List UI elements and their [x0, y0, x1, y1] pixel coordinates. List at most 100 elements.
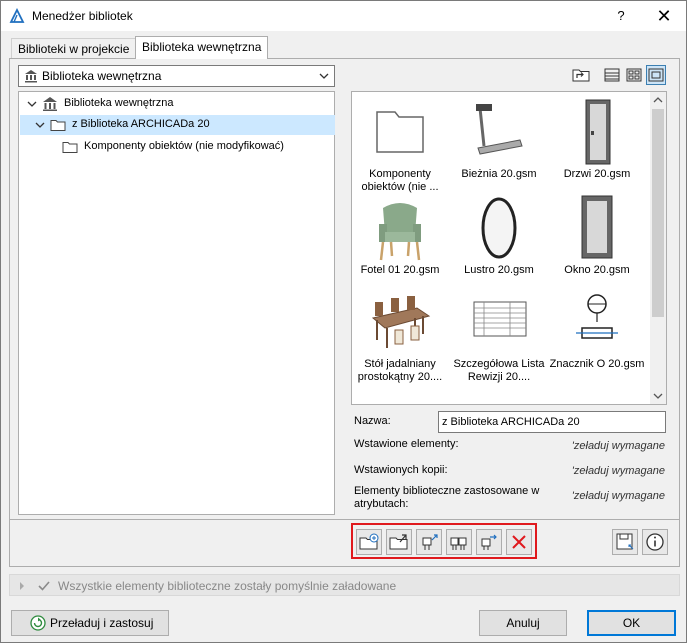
list-view-button[interactable]	[602, 65, 622, 85]
grid-item-label: Bieżnia 20.gsm	[461, 168, 537, 180]
reload-apply-button[interactable]: Przeładuj i zastosuj	[11, 610, 169, 636]
name-field[interactable]: z Biblioteka ARCHICADa 20	[438, 411, 666, 433]
treadmill-icon	[476, 104, 523, 155]
name-label: Nazwa:	[354, 415, 391, 427]
folder-up-icon	[572, 69, 590, 82]
help-button[interactable]: ?	[613, 6, 629, 26]
elements-add-icon	[450, 537, 467, 550]
grid-item-marker[interactable]: Znacznik O 20.gsm	[549, 288, 645, 380]
attribute-elements-value: 'zeładuj wymagane	[571, 490, 665, 502]
placed-copies-label: Wstawionych kopii:	[354, 464, 448, 476]
save-icon	[616, 533, 634, 550]
close-button[interactable]: ✕	[655, 6, 673, 26]
tree-item-embedded-library[interactable]: Biblioteka wewnętrzna	[20, 94, 335, 114]
tree-item-archicad-library[interactable]: z Biblioteka ARCHICADa 20	[20, 115, 335, 135]
reload-icon	[30, 615, 46, 631]
scroll-down-icon[interactable]	[653, 391, 663, 401]
grid-item-label: Fotel 01 20.gsm	[360, 264, 440, 276]
grid-item-label: Znacznik O 20.gsm	[549, 358, 645, 370]
tree-item-label: Komponenty obiektów (nie modyfikować)	[84, 140, 284, 152]
divider	[9, 519, 680, 520]
scroll-up-icon[interactable]	[653, 95, 663, 105]
folder-up-button[interactable]	[571, 65, 591, 85]
info-icon	[646, 533, 664, 551]
grid-item-components-folder[interactable]: Komponenty obiektów (nie ...	[352, 98, 448, 193]
library-select-value: Biblioteka wewnętrzna	[42, 69, 162, 83]
element-actions-group	[351, 523, 537, 559]
grid-item-label: Stół jadalniany prostokątny 20....	[357, 358, 443, 383]
tab-embedded-library[interactable]: Biblioteka wewnętrzna	[135, 36, 269, 59]
library-icon	[24, 69, 38, 83]
large-grid-icon	[648, 68, 664, 82]
grid-scrollbar[interactable]	[650, 92, 666, 404]
tab-project-libraries[interactable]: Biblioteki w projekcie	[11, 38, 137, 58]
library-items-grid[interactable]: Komponenty obiektów (nie ... Bieżnia 20.…	[351, 91, 667, 405]
library-manager-window: Menedżer bibliotek ? ✕ Biblioteki w proj…	[0, 0, 687, 643]
status-text: Wszystkie elementy biblioteczne zostały …	[58, 579, 397, 593]
chevron-down-icon[interactable]	[26, 98, 38, 110]
expand-arrow-icon[interactable]	[17, 580, 27, 592]
archicad-app-icon	[9, 7, 25, 24]
armchair-icon	[379, 203, 421, 261]
grid-item-dining-table[interactable]: Stół jadalniany prostokątny 20....	[352, 288, 448, 383]
library-icon	[42, 96, 58, 112]
ok-button[interactable]: OK	[587, 610, 676, 636]
delete-button[interactable]	[506, 529, 532, 555]
element-add-icon	[422, 534, 438, 550]
info-button[interactable]	[642, 529, 668, 555]
import-folder-button[interactable]	[386, 529, 412, 555]
checkmark-icon	[38, 581, 50, 591]
large-icons-view-button[interactable]	[646, 65, 666, 85]
mirror-icon	[481, 197, 517, 259]
add-elements-button[interactable]	[446, 529, 472, 555]
attribute-elements-row: Elementy biblioteczne zastosowane w atry…	[351, 485, 667, 515]
chevron-down-icon	[318, 69, 330, 83]
name-row: Nazwa: z Biblioteka ARCHICADa 20	[351, 409, 667, 433]
tree-item-label: z Biblioteka ARCHICADa 20	[72, 118, 210, 130]
placed-elements-row: Wstawione elementy: 'zeładuj wymagane	[351, 438, 667, 454]
library-tree[interactable]: Biblioteka wewnętrzna z Biblioteka ARCHI…	[18, 91, 335, 515]
grid-item-window[interactable]: Okno 20.gsm	[549, 194, 645, 276]
new-folder-button[interactable]	[356, 529, 382, 555]
grid-item-label: Komponenty obiektów (nie ...	[361, 168, 439, 193]
door-icon	[585, 99, 611, 165]
grid-item-label: Lustro 20.gsm	[464, 264, 534, 276]
reload-apply-label: Przeładuj i zastosuj	[50, 616, 154, 630]
move-element-button[interactable]	[476, 529, 502, 555]
window-icon	[581, 195, 613, 259]
folder-import-icon	[389, 534, 408, 550]
chevron-down-icon[interactable]	[34, 119, 46, 131]
dining-table-icon	[371, 296, 431, 348]
attribute-elements-label: Elementy biblioteczne zastosowane w atry…	[354, 485, 540, 510]
window-title: Menedżer bibliotek	[32, 9, 133, 23]
element-move-icon	[481, 534, 497, 550]
grid-item-treadmill[interactable]: Bieżnia 20.gsm	[451, 98, 547, 190]
small-icons-view-button[interactable]	[624, 65, 644, 85]
grid-item-door[interactable]: Drzwi 20.gsm	[549, 98, 645, 190]
grid-item-label: Okno 20.gsm	[564, 264, 630, 276]
folder-icon	[376, 111, 424, 153]
tree-item-components[interactable]: Komponenty obiektów (nie modyfikować)	[20, 137, 335, 157]
tree-item-label: Biblioteka wewnętrzna	[64, 97, 174, 109]
cancel-button[interactable]: Anuluj	[479, 610, 567, 636]
marker-icon	[576, 294, 618, 339]
status-bar[interactable]: Wszystkie elementy biblioteczne zostały …	[9, 574, 680, 596]
folder-icon	[50, 117, 66, 133]
placed-copies-value: 'zeładuj wymagane	[571, 465, 665, 477]
grid-item-label: Drzwi 20.gsm	[563, 168, 631, 180]
grid-item-label: Szczegółowa Lista Rewizji 20....	[453, 358, 545, 383]
folder-icon	[62, 139, 78, 155]
scrollbar-thumb[interactable]	[652, 109, 664, 317]
delete-x-icon	[512, 535, 526, 549]
folder-add-icon	[359, 533, 379, 550]
grid-item-armchair[interactable]: Fotel 01 20.gsm	[352, 194, 448, 276]
small-grid-icon	[626, 68, 642, 82]
revision-list-icon	[473, 301, 527, 337]
placed-elements-value: 'zeładuj wymagane	[571, 440, 665, 452]
add-element-button[interactable]	[416, 529, 442, 555]
list-view-icon	[604, 68, 620, 82]
grid-item-mirror[interactable]: Lustro 20.gsm	[451, 194, 547, 276]
save-button[interactable]	[612, 529, 638, 555]
grid-item-revision-list[interactable]: Szczegółowa Lista Rewizji 20....	[451, 288, 547, 383]
library-select[interactable]: Biblioteka wewnętrzna	[18, 65, 335, 87]
